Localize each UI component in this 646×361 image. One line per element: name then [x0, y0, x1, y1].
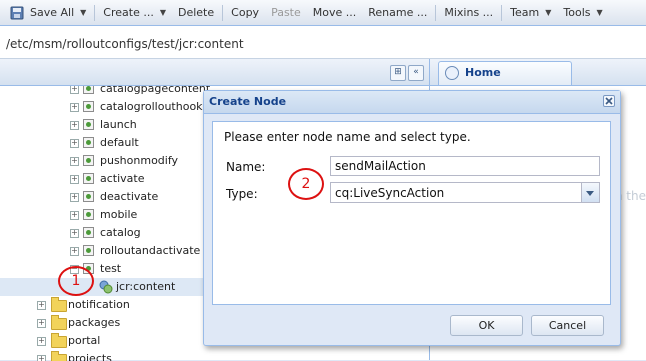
tree-tool-icon[interactable]: ⊞	[390, 65, 406, 81]
chevron-down-icon: ▼	[545, 8, 552, 17]
content-node-icon	[99, 280, 113, 294]
collapse-panel-icon[interactable]: «	[408, 65, 424, 81]
expand-icon[interactable]: +	[70, 139, 79, 148]
dialog-instruction: Please enter node name and select type.	[224, 130, 471, 144]
expand-icon[interactable]: +	[70, 193, 79, 202]
tree-item[interactable]: + projects	[0, 350, 429, 361]
save-all-button[interactable]: Save All ▼	[4, 3, 92, 23]
home-icon	[445, 66, 459, 80]
path-field[interactable]: /etc/msm/rolloutconfigs/test/jcr:content	[0, 26, 646, 59]
node-icon	[83, 173, 94, 184]
tree-item-label: packages	[68, 316, 121, 329]
node-icon	[83, 209, 94, 220]
tree-item-label: rolloutandactivate	[100, 244, 201, 257]
tree-item-label: catalog	[100, 226, 141, 239]
folder-icon	[51, 297, 67, 312]
node-icon	[83, 119, 94, 130]
tab-home-label: Home	[465, 66, 501, 79]
chevron-down-icon[interactable]	[581, 183, 599, 202]
tree-item-label: catalogpagecontent	[100, 86, 211, 95]
chevron-down-icon: ▼	[596, 8, 603, 17]
node-icon	[83, 155, 94, 166]
tree-item-label: projects	[68, 352, 112, 361]
node-icon	[83, 227, 94, 238]
annotation-marker-2: 2	[288, 168, 324, 200]
node-icon	[83, 101, 94, 112]
tree-item-label: deactivate	[100, 190, 159, 203]
toolbar-separator	[222, 4, 224, 21]
paste-button[interactable]: Paste	[265, 3, 307, 23]
expand-icon[interactable]: +	[70, 121, 79, 130]
ok-button[interactable]: OK	[450, 315, 523, 336]
tree-item-label: default	[100, 136, 139, 149]
expand-icon[interactable]: +	[37, 319, 46, 328]
tree-item-label: activate	[100, 172, 145, 185]
create-button[interactable]: Create ... ▼	[97, 3, 172, 23]
team-menu-button[interactable]: Team ▼	[504, 3, 557, 23]
create-label: Create ...	[103, 6, 154, 19]
tree-item-label: test	[100, 262, 122, 275]
tree-item-label: catalogrollouthooks	[100, 100, 209, 113]
mixins-button[interactable]: Mixins ...	[438, 3, 499, 23]
name-input[interactable]	[330, 156, 600, 176]
chevron-down-icon: ▼	[159, 8, 166, 17]
delete-button[interactable]: Delete	[172, 3, 220, 23]
dialog-header: Create Node	[204, 91, 620, 114]
copy-button[interactable]: Copy	[225, 3, 265, 23]
tree-item-label: portal	[68, 334, 101, 347]
expand-icon[interactable]: +	[70, 103, 79, 112]
folder-icon	[51, 333, 67, 348]
expand-icon[interactable]: +	[37, 355, 46, 361]
type-label: Type:	[226, 187, 258, 201]
cancel-button[interactable]: Cancel	[531, 315, 604, 336]
chevron-down-icon: ▼	[80, 8, 87, 17]
main-toolbar: Save All ▼ Create ... ▼ Delete Copy Past…	[0, 0, 646, 26]
toolbar-separator	[94, 4, 96, 21]
home-tab-strip: Home	[430, 59, 646, 86]
save-icon	[10, 6, 24, 19]
tab-home[interactable]: Home	[438, 61, 572, 85]
expand-icon[interactable]: +	[70, 247, 79, 256]
dialog-form: Please enter node name and select type. …	[212, 121, 611, 305]
expand-icon[interactable]: +	[37, 337, 46, 346]
tree-item-label: mobile	[100, 208, 138, 221]
tree-item-label: pushonmodify	[100, 154, 179, 167]
close-button[interactable]	[603, 95, 615, 107]
team-label: Team	[510, 6, 540, 19]
toolbar-separator	[501, 4, 503, 21]
tools-menu-button[interactable]: Tools ▼	[557, 3, 608, 23]
node-icon	[83, 245, 94, 256]
tree-item-label: launch	[100, 118, 137, 131]
expand-icon[interactable]: +	[70, 86, 79, 94]
type-select-value: cq:LiveSyncAction	[335, 186, 445, 200]
expand-icon[interactable]: +	[37, 301, 46, 310]
name-label: Name:	[226, 160, 266, 174]
create-node-dialog: Create Node Please enter node name and s…	[203, 90, 621, 346]
node-icon	[83, 137, 94, 148]
expand-icon[interactable]: +	[70, 157, 79, 166]
expand-icon[interactable]: +	[70, 211, 79, 220]
dialog-title: Create Node	[209, 95, 287, 108]
save-all-label: Save All	[30, 6, 75, 19]
expand-icon[interactable]: +	[70, 229, 79, 238]
tree-item-label: jcr:content	[116, 280, 176, 293]
tree-panel-header: ⊞ «	[0, 59, 429, 86]
tree-item-label: notification	[68, 298, 130, 311]
move-button[interactable]: Move ...	[307, 3, 362, 23]
type-select[interactable]: cq:LiveSyncAction	[330, 182, 600, 203]
annotation-marker-1: 1	[58, 266, 94, 296]
node-icon	[83, 191, 94, 202]
tools-label: Tools	[563, 6, 591, 19]
folder-icon	[51, 315, 67, 330]
toolbar-separator	[435, 4, 437, 21]
expand-icon[interactable]: +	[70, 175, 79, 184]
close-icon	[605, 97, 613, 105]
rename-button[interactable]: Rename ...	[362, 3, 433, 23]
node-icon	[83, 86, 94, 94]
